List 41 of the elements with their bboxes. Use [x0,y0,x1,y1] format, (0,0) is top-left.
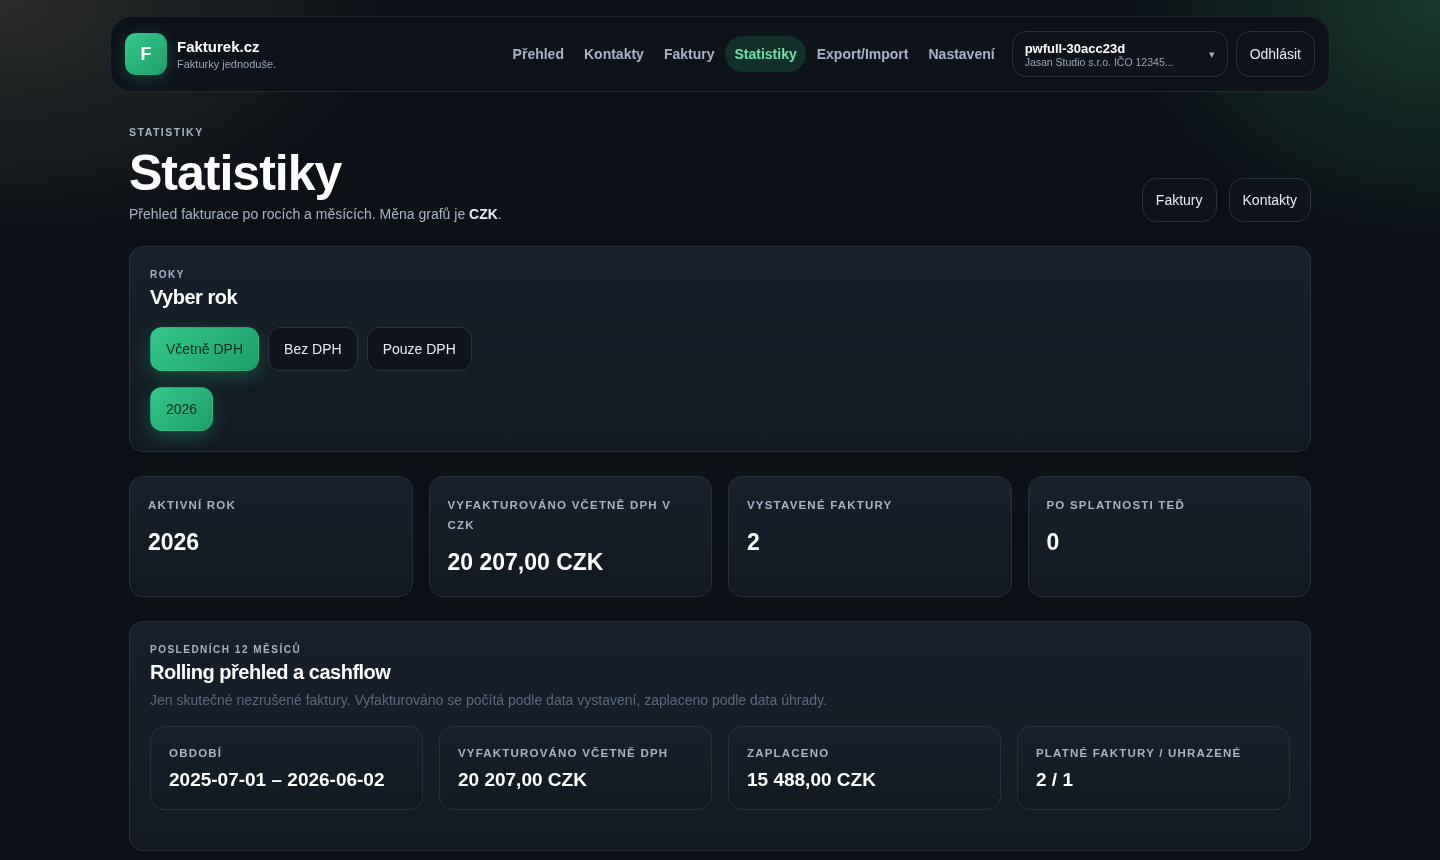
brand-name[interactable]: Fakturek.cz [177,38,277,55]
account-selector[interactable]: pwfull-30acc23d Jasan Studio s.r.o. IČO 12345... ▾ [1011,31,1228,77]
panel-note: Jen skutečné nezrušené faktury. Vyfakturováno se počítá podle data vystavení, zaplaceno podle data úhrady. [150,692,828,708]
nav-button[interactable]: Faktury [1141,178,1217,222]
panel-eyebrow: POSLEDNÍCH 12 MĚSÍCŮ [150,644,303,655]
stat-value: 2 [747,529,761,556]
stat-value: 15 488,00 CZK [747,769,877,791]
stat-label: AKTIVNÍ ROK [148,498,237,513]
stat-value: 20 207,00 CZK [458,769,588,791]
panel-title: Rolling přehled a cashflow [150,661,392,684]
page-title: Statistiky [129,144,343,202]
nav-link[interactable]: Přehled [503,36,573,72]
brand-tagline: Fakturky jednoduše. [177,58,277,70]
year-toggle[interactable]: 2026 [150,387,214,431]
page-eyebrow: STATISTIKY [129,126,205,138]
nav-link[interactable]: Nastavení [919,36,1004,72]
stat-value: 20 207,00 CZK [447,549,605,576]
page-subtitle: Přehled fakturace po rocích a měsících. Měna grafů je CZK. [129,206,502,222]
panel-eyebrow: ROKY [150,269,186,280]
nav-link[interactable]: Faktury [654,36,724,72]
stat-label: OBDOBÍ [169,746,224,761]
stat-value: 2025-07-01 – 2026-06-02 [169,769,386,791]
stat-value: 0 [1046,529,1061,556]
nav-link[interactable]: Kontakty [574,36,653,72]
stat-value: 2026 [148,529,201,556]
stat-label: VYFAKTUROVÁNO VČETNĚ DPH V CZK [447,498,673,533]
nav-link[interactable]: Statistiky [725,36,806,72]
stat-value: 2 / 1 [1036,769,1074,791]
nav-button[interactable]: Kontakty [1228,178,1311,222]
logo-icon: F [125,33,167,75]
logout-button[interactable]: Odhlásit [1235,31,1315,77]
stat-label: ZAPLACENO [747,746,831,761]
vat-mode-toggle[interactable]: Bez DPH [268,327,358,371]
stat-label: VYSTAVENÉ FAKTURY [747,498,894,513]
panel-title: Vyber rok [150,286,239,309]
stat-label: PLATNÉ FAKTURY / UHRAZENÉ [1036,746,1243,761]
nav-link[interactable]: Export/Import [807,36,918,72]
stat-label: PO SPLATNOSTI TEĎ [1046,498,1186,513]
vat-mode-toggle[interactable]: Pouze DPH [366,327,472,371]
stat-label: VYFAKTUROVÁNO VČETNĚ DPH [458,746,670,761]
vat-mode-toggle[interactable]: Včetně DPH [150,327,260,371]
